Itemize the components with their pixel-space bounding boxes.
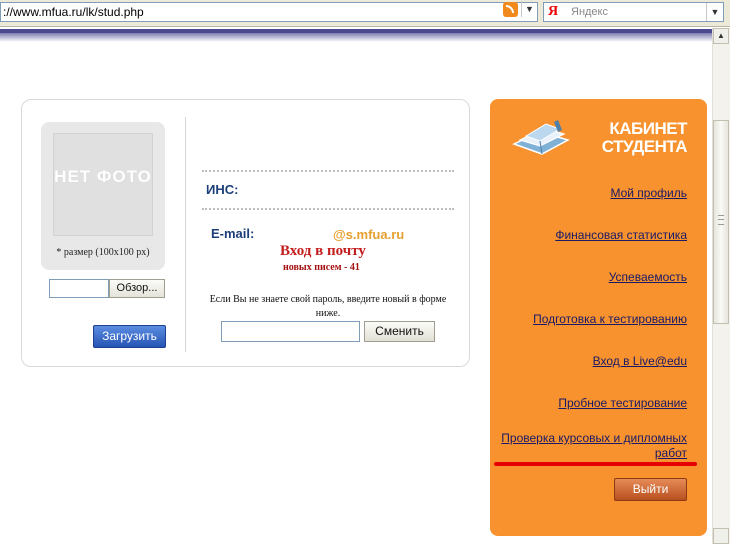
url-input[interactable]: ://www.mfua.ru/lk/stud.php: [0, 2, 538, 22]
header-band: [0, 29, 712, 42]
grip-icon: [718, 215, 724, 225]
scroll-up-icon[interactable]: ▲: [713, 28, 729, 44]
upload-button[interactable]: Загрузить: [93, 325, 166, 348]
password-note: Если Вы не знаете свой пароль, введите н…: [209, 294, 447, 319]
panel-divider: [185, 117, 186, 352]
cabinet-title: КАБИНЕТ СТУДЕНТА: [601, 119, 688, 156]
chevron-down-icon[interactable]: ▼: [706, 3, 723, 21]
books-icon: [512, 120, 570, 155]
mail-login-link[interactable]: Вход в почту: [280, 243, 366, 260]
sidebar-item-grades[interactable]: Успеваемость: [609, 270, 687, 285]
dotted-separator: [202, 208, 454, 210]
new-password-input[interactable]: [221, 321, 360, 342]
address-bar: ://www.mfua.ru/lk/stud.php ▼ Я Яндекс ▼: [0, 0, 730, 27]
logout-button[interactable]: Выйти: [614, 478, 687, 501]
inn-label: ИНС:: [206, 182, 239, 197]
yandex-icon: Я: [548, 4, 559, 19]
email-domain: @s.mfua.ru: [333, 227, 405, 242]
search-placeholder: Яндекс: [571, 6, 608, 18]
sidebar-item-trial-test[interactable]: Пробное тестирование: [558, 396, 687, 411]
vertical-scrollbar[interactable]: ▲: [712, 28, 730, 544]
scroll-thumb[interactable]: [713, 120, 729, 324]
sidebar-item-coursework-check[interactable]: Проверка курсовых и дипломных работ: [497, 431, 687, 461]
search-input[interactable]: Я Яндекс ▼: [543, 2, 724, 22]
sidebar-item-profile[interactable]: Мой профиль: [610, 186, 687, 201]
sidebar-item-finance[interactable]: Финансовая статистика: [555, 228, 687, 243]
new-mail-count: новых писем - 41: [283, 262, 360, 273]
highlight-underline: [494, 462, 697, 466]
no-photo-placeholder: НЕТ ФОТО: [54, 167, 152, 186]
photo-size-note: * размер (100x100 px): [56, 247, 150, 258]
rss-icon[interactable]: [503, 2, 518, 17]
chevron-down-icon[interactable]: ▼: [521, 1, 537, 17]
email-label: E-mail:: [211, 226, 255, 241]
file-path-input[interactable]: [49, 279, 109, 298]
change-password-button[interactable]: Сменить: [364, 321, 435, 342]
sidebar-item-live-edu[interactable]: Вход в Live@edu: [593, 354, 687, 369]
scroll-down-button[interactable]: [713, 528, 729, 544]
dotted-separator: [202, 170, 454, 172]
url-text: ://www.mfua.ru/lk/stud.php: [3, 5, 144, 19]
sidebar-item-test-prep[interactable]: Подготовка к тестированию: [533, 312, 687, 327]
browse-button[interactable]: Обзор...: [109, 279, 165, 298]
